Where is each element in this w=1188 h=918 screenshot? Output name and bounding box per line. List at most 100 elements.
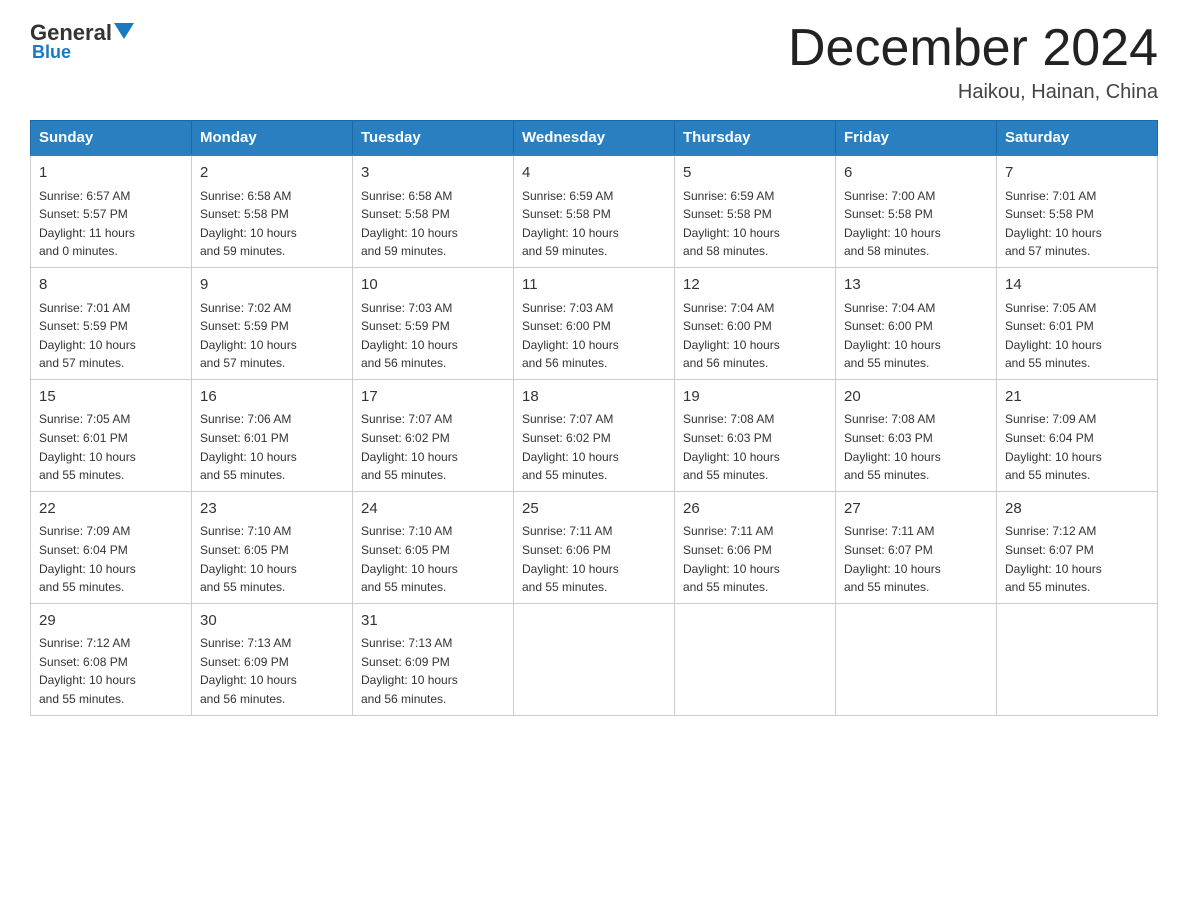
day-info: Sunrise: 7:05 AM Sunset: 6:01 PM Dayligh… [39, 410, 183, 484]
day-number: 24 [361, 498, 505, 521]
day-number: 6 [844, 162, 988, 185]
day-info: Sunrise: 7:10 AM Sunset: 6:05 PM Dayligh… [200, 522, 344, 596]
calendar-week-row: 29Sunrise: 7:12 AM Sunset: 6:08 PM Dayli… [31, 603, 1158, 715]
title-block: December 2024 Haikou, Hainan, China [788, 20, 1158, 104]
day-number: 10 [361, 274, 505, 297]
day-info: Sunrise: 6:58 AM Sunset: 5:58 PM Dayligh… [361, 187, 505, 261]
day-number: 5 [683, 162, 827, 185]
calendar-cell: 21Sunrise: 7:09 AM Sunset: 6:04 PM Dayli… [997, 379, 1158, 491]
calendar-cell: 27Sunrise: 7:11 AM Sunset: 6:07 PM Dayli… [836, 491, 997, 603]
day-info: Sunrise: 7:02 AM Sunset: 5:59 PM Dayligh… [200, 299, 344, 373]
day-number: 16 [200, 386, 344, 409]
day-info: Sunrise: 7:11 AM Sunset: 6:06 PM Dayligh… [522, 522, 666, 596]
calendar-cell: 1Sunrise: 6:57 AM Sunset: 5:57 PM Daylig… [31, 155, 192, 267]
column-header-thursday: Thursday [675, 121, 836, 156]
day-info: Sunrise: 7:09 AM Sunset: 6:04 PM Dayligh… [1005, 410, 1149, 484]
calendar-cell: 2Sunrise: 6:58 AM Sunset: 5:58 PM Daylig… [192, 155, 353, 267]
day-info: Sunrise: 7:07 AM Sunset: 6:02 PM Dayligh… [361, 410, 505, 484]
column-header-monday: Monday [192, 121, 353, 156]
calendar-cell: 19Sunrise: 7:08 AM Sunset: 6:03 PM Dayli… [675, 379, 836, 491]
calendar-cell: 9Sunrise: 7:02 AM Sunset: 5:59 PM Daylig… [192, 268, 353, 380]
day-info: Sunrise: 7:04 AM Sunset: 6:00 PM Dayligh… [844, 299, 988, 373]
calendar-cell: 3Sunrise: 6:58 AM Sunset: 5:58 PM Daylig… [353, 155, 514, 267]
day-info: Sunrise: 7:11 AM Sunset: 6:07 PM Dayligh… [844, 522, 988, 596]
day-info: Sunrise: 7:00 AM Sunset: 5:58 PM Dayligh… [844, 187, 988, 261]
calendar-cell [836, 603, 997, 715]
column-header-saturday: Saturday [997, 121, 1158, 156]
calendar-cell: 17Sunrise: 7:07 AM Sunset: 6:02 PM Dayli… [353, 379, 514, 491]
calendar-week-row: 1Sunrise: 6:57 AM Sunset: 5:57 PM Daylig… [31, 155, 1158, 267]
day-info: Sunrise: 6:59 AM Sunset: 5:58 PM Dayligh… [522, 187, 666, 261]
day-info: Sunrise: 7:03 AM Sunset: 5:59 PM Dayligh… [361, 299, 505, 373]
day-number: 29 [39, 610, 183, 633]
day-number: 31 [361, 610, 505, 633]
calendar-cell: 16Sunrise: 7:06 AM Sunset: 6:01 PM Dayli… [192, 379, 353, 491]
calendar-cell: 23Sunrise: 7:10 AM Sunset: 6:05 PM Dayli… [192, 491, 353, 603]
calendar-cell: 12Sunrise: 7:04 AM Sunset: 6:00 PM Dayli… [675, 268, 836, 380]
calendar-cell: 15Sunrise: 7:05 AM Sunset: 6:01 PM Dayli… [31, 379, 192, 491]
calendar-cell: 13Sunrise: 7:04 AM Sunset: 6:00 PM Dayli… [836, 268, 997, 380]
day-info: Sunrise: 7:08 AM Sunset: 6:03 PM Dayligh… [844, 410, 988, 484]
day-number: 18 [522, 386, 666, 409]
day-number: 21 [1005, 386, 1149, 409]
calendar-cell: 24Sunrise: 7:10 AM Sunset: 6:05 PM Dayli… [353, 491, 514, 603]
day-number: 12 [683, 274, 827, 297]
day-number: 27 [844, 498, 988, 521]
day-info: Sunrise: 7:01 AM Sunset: 5:59 PM Dayligh… [39, 299, 183, 373]
day-number: 9 [200, 274, 344, 297]
calendar-cell [675, 603, 836, 715]
day-number: 8 [39, 274, 183, 297]
day-number: 11 [522, 274, 666, 297]
day-info: Sunrise: 7:05 AM Sunset: 6:01 PM Dayligh… [1005, 299, 1149, 373]
calendar-cell: 22Sunrise: 7:09 AM Sunset: 6:04 PM Dayli… [31, 491, 192, 603]
day-info: Sunrise: 7:12 AM Sunset: 6:08 PM Dayligh… [39, 634, 183, 708]
calendar-cell: 14Sunrise: 7:05 AM Sunset: 6:01 PM Dayli… [997, 268, 1158, 380]
calendar-cell: 7Sunrise: 7:01 AM Sunset: 5:58 PM Daylig… [997, 155, 1158, 267]
page-header: General Blue December 2024 Haikou, Haina… [30, 20, 1158, 104]
calendar-cell [514, 603, 675, 715]
calendar-cell: 31Sunrise: 7:13 AM Sunset: 6:09 PM Dayli… [353, 603, 514, 715]
calendar-cell: 29Sunrise: 7:12 AM Sunset: 6:08 PM Dayli… [31, 603, 192, 715]
month-title: December 2024 [788, 20, 1158, 77]
day-info: Sunrise: 7:13 AM Sunset: 6:09 PM Dayligh… [361, 634, 505, 708]
calendar-cell: 25Sunrise: 7:11 AM Sunset: 6:06 PM Dayli… [514, 491, 675, 603]
day-number: 14 [1005, 274, 1149, 297]
column-header-tuesday: Tuesday [353, 121, 514, 156]
day-info: Sunrise: 6:58 AM Sunset: 5:58 PM Dayligh… [200, 187, 344, 261]
calendar-week-row: 22Sunrise: 7:09 AM Sunset: 6:04 PM Dayli… [31, 491, 1158, 603]
calendar-cell: 10Sunrise: 7:03 AM Sunset: 5:59 PM Dayli… [353, 268, 514, 380]
day-number: 26 [683, 498, 827, 521]
calendar-cell: 4Sunrise: 6:59 AM Sunset: 5:58 PM Daylig… [514, 155, 675, 267]
day-number: 13 [844, 274, 988, 297]
calendar-cell: 18Sunrise: 7:07 AM Sunset: 6:02 PM Dayli… [514, 379, 675, 491]
day-info: Sunrise: 7:09 AM Sunset: 6:04 PM Dayligh… [39, 522, 183, 596]
day-number: 25 [522, 498, 666, 521]
calendar-cell: 5Sunrise: 6:59 AM Sunset: 5:58 PM Daylig… [675, 155, 836, 267]
location: Haikou, Hainan, China [788, 81, 1158, 104]
column-header-friday: Friday [836, 121, 997, 156]
day-info: Sunrise: 7:11 AM Sunset: 6:06 PM Dayligh… [683, 522, 827, 596]
day-number: 1 [39, 162, 183, 185]
logo-blue-text: Blue [32, 42, 71, 63]
day-info: Sunrise: 7:06 AM Sunset: 6:01 PM Dayligh… [200, 410, 344, 484]
day-info: Sunrise: 6:59 AM Sunset: 5:58 PM Dayligh… [683, 187, 827, 261]
day-number: 30 [200, 610, 344, 633]
day-number: 17 [361, 386, 505, 409]
day-number: 4 [522, 162, 666, 185]
day-number: 28 [1005, 498, 1149, 521]
day-info: Sunrise: 7:04 AM Sunset: 6:00 PM Dayligh… [683, 299, 827, 373]
calendar-cell: 26Sunrise: 7:11 AM Sunset: 6:06 PM Dayli… [675, 491, 836, 603]
calendar-cell: 6Sunrise: 7:00 AM Sunset: 5:58 PM Daylig… [836, 155, 997, 267]
day-number: 15 [39, 386, 183, 409]
logo: General Blue [30, 20, 136, 63]
calendar-cell: 8Sunrise: 7:01 AM Sunset: 5:59 PM Daylig… [31, 268, 192, 380]
calendar-week-row: 15Sunrise: 7:05 AM Sunset: 6:01 PM Dayli… [31, 379, 1158, 491]
calendar-cell: 30Sunrise: 7:13 AM Sunset: 6:09 PM Dayli… [192, 603, 353, 715]
day-info: Sunrise: 7:08 AM Sunset: 6:03 PM Dayligh… [683, 410, 827, 484]
day-info: Sunrise: 7:07 AM Sunset: 6:02 PM Dayligh… [522, 410, 666, 484]
calendar-table: SundayMondayTuesdayWednesdayThursdayFrid… [30, 120, 1158, 715]
calendar-cell: 11Sunrise: 7:03 AM Sunset: 6:00 PM Dayli… [514, 268, 675, 380]
day-info: Sunrise: 7:12 AM Sunset: 6:07 PM Dayligh… [1005, 522, 1149, 596]
day-number: 3 [361, 162, 505, 185]
column-header-wednesday: Wednesday [514, 121, 675, 156]
